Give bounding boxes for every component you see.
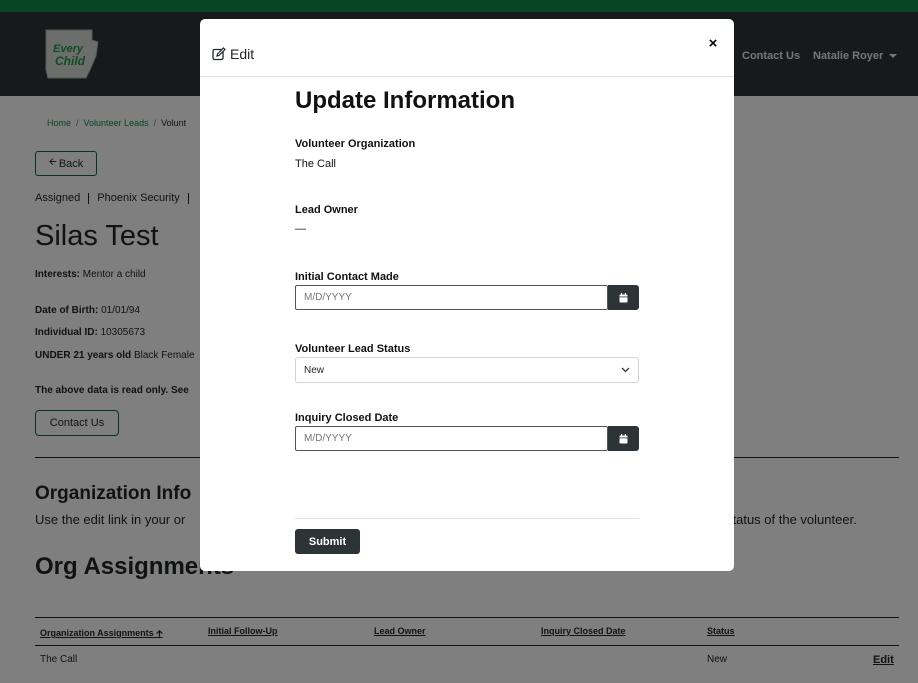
inquiry-closed-label: Inquiry Closed Date	[295, 412, 399, 424]
chevron-down-icon	[621, 367, 630, 373]
edit-icon	[212, 47, 226, 61]
inquiry-closed-calendar-button[interactable]	[608, 426, 639, 451]
close-button[interactable]: ×	[705, 35, 721, 53]
initial-contact-label: Initial Contact Made	[295, 271, 399, 283]
volunteer-org-value: The Call	[295, 158, 336, 170]
modal-title: Edit	[212, 46, 254, 62]
inquiry-closed-input[interactable]	[295, 426, 608, 451]
lead-status-label: Volunteer Lead Status	[295, 343, 411, 355]
lead-status-select[interactable]: New	[295, 357, 639, 383]
form-title: Update Information	[295, 87, 515, 114]
volunteer-org-label: Volunteer Organization	[295, 138, 416, 150]
initial-contact-input[interactable]	[295, 285, 608, 310]
calendar-icon	[619, 292, 628, 302]
lead-owner-label: Lead Owner	[295, 204, 358, 216]
initial-contact-calendar-button[interactable]	[608, 285, 639, 310]
lead-status-selected: New	[304, 364, 325, 376]
edit-modal: Edit × Update Information Volunteer Orga…	[200, 19, 734, 571]
modal-header: Edit ×	[200, 19, 734, 77]
lead-owner-value: —	[295, 223, 306, 235]
form-divider	[295, 518, 639, 519]
calendar-icon	[619, 433, 628, 443]
submit-button[interactable]: Submit	[295, 529, 360, 554]
